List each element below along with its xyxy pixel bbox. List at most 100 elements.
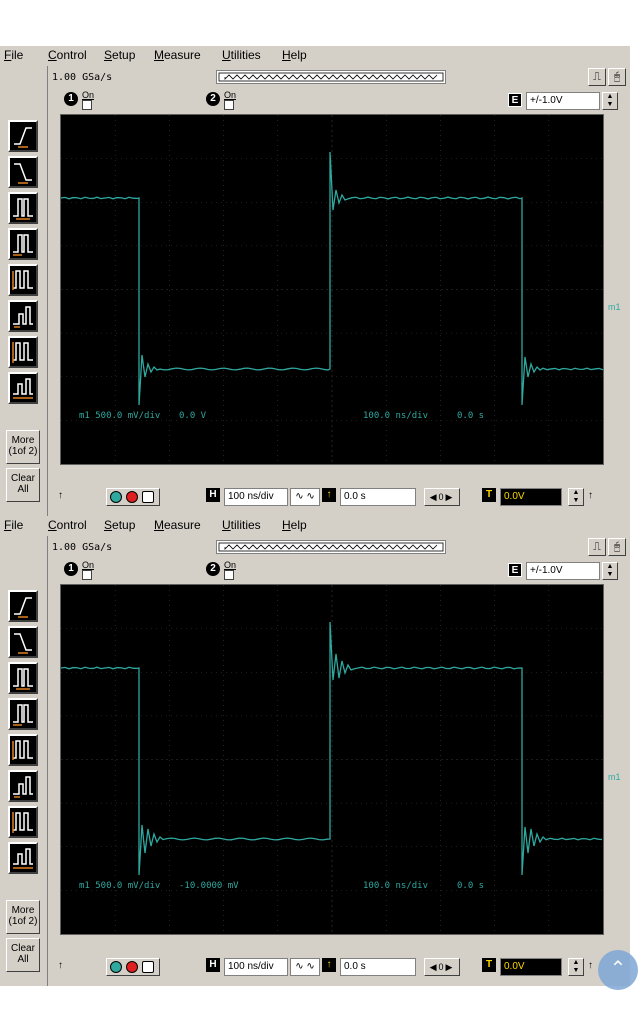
trigger-level-spinner[interactable]: ▲ ▼ [568, 958, 584, 976]
trigger-level-spinner[interactable]: ▲ ▼ [568, 488, 584, 506]
menu-measure[interactable]: Measure [154, 48, 201, 62]
runt-trigger-icon[interactable] [8, 300, 38, 332]
scale-readout: m1 500.0 mV/div [79, 411, 161, 421]
channel-1-trace [61, 151, 603, 406]
state-trigger-icon[interactable] [8, 842, 38, 874]
range-field[interactable]: +/-1.0V [526, 92, 600, 110]
horizontal-button[interactable]: H [206, 488, 220, 502]
pulse-width-trigger-icon[interactable] [8, 662, 38, 694]
falling-edge-trigger-icon[interactable] [8, 626, 38, 658]
menu-setup[interactable]: Setup [104, 48, 135, 62]
stop-icon[interactable] [126, 491, 138, 503]
menu-file[interactable]: File [4, 518, 23, 532]
mode-buttons: ⎍ 🖰 [588, 538, 626, 556]
sample-rate-label: 1.00 GSa/s [52, 72, 113, 83]
menu-bar: File Control Setup Measure Utilities Hel… [0, 46, 630, 64]
clear-all-label: All [17, 954, 29, 965]
more-triggers-button[interactable]: More (1of 2) [6, 430, 40, 464]
clear-all-button[interactable]: Clear All [6, 938, 40, 972]
menu-file[interactable]: File [4, 48, 23, 62]
waveform-overview[interactable] [216, 70, 446, 84]
pulse-width-trigger-icon[interactable] [8, 192, 38, 224]
run-mode-icon[interactable]: ⎍ [588, 68, 606, 86]
glitch-trigger-icon[interactable] [8, 734, 38, 766]
delay-reference-icon[interactable]: ↑ [322, 958, 336, 972]
channel-2-on-checkbox[interactable] [224, 100, 234, 110]
channel-1-on-label: On [82, 90, 95, 100]
scope-window-2: File Control Setup Measure Utilities Hel… [0, 516, 630, 986]
m1-marker[interactable]: m1 [608, 772, 621, 782]
menu-control[interactable]: Control [48, 48, 87, 62]
horizontal-button[interactable]: H [206, 958, 220, 972]
delay-field[interactable]: 0.0 s [340, 958, 416, 976]
scroll-to-top-button[interactable]: ⌃ [598, 950, 638, 990]
channel-1-badge: 1 [64, 562, 78, 576]
timebase-field[interactable]: 100 ns/div [224, 488, 288, 506]
range-field[interactable]: +/-1.0V [526, 562, 600, 580]
mouse-mode-icon[interactable]: 🖰 [608, 68, 626, 86]
scroll-right-icon[interactable]: ↑ [588, 490, 593, 501]
time-offset-readout: 0.0 s [457, 881, 485, 891]
waveform-overview[interactable] [216, 540, 446, 554]
more-triggers-button[interactable]: More (1of 2) [6, 900, 40, 934]
range-spinner[interactable]: ▲ ▼ [602, 562, 618, 580]
clear-all-button[interactable]: Clear All [6, 468, 40, 502]
channel-1-trace [61, 621, 603, 876]
menu-control[interactable]: Control [48, 518, 87, 532]
rising-edge-trigger-icon[interactable] [8, 120, 38, 152]
falling-edge-trigger-icon[interactable] [8, 156, 38, 188]
m1-marker[interactable]: m1 [608, 302, 621, 312]
channel-1-badge: 1 [64, 92, 78, 106]
delay-nav-buttons[interactable]: ◀0▶ [424, 958, 460, 976]
clear-all-label: All [17, 484, 29, 495]
trigger-button[interactable]: T [482, 958, 496, 972]
e-range-button[interactable]: E [508, 563, 522, 577]
menu-measure[interactable]: Measure [154, 518, 201, 532]
single-icon[interactable] [142, 961, 154, 973]
stop-icon[interactable] [126, 961, 138, 973]
trigger-level-field[interactable]: 0.0V [500, 488, 562, 506]
channel-1-on-checkbox[interactable] [82, 570, 92, 580]
run-mode-icon[interactable]: ⎍ [588, 538, 606, 556]
scroll-right-icon[interactable]: ↑ [588, 960, 593, 971]
clear-label: Clear [11, 943, 35, 954]
channel-2-badge: 2 [206, 92, 220, 106]
rising-edge-trigger-icon[interactable] [8, 590, 38, 622]
state-trigger-icon[interactable] [8, 372, 38, 404]
e-range-button[interactable]: E [508, 93, 522, 107]
timebase-field[interactable]: 100 ns/div [224, 958, 288, 976]
delay-nav-buttons[interactable]: ◀0▶ [424, 488, 460, 506]
pulse-width-trigger-2-icon[interactable] [8, 228, 38, 260]
range-spinner[interactable]: ▲ ▼ [602, 92, 618, 110]
menu-setup[interactable]: Setup [104, 518, 135, 532]
waveform-shape-icons[interactable]: ∿ ∿ [290, 488, 320, 506]
trigger-level-field[interactable]: 0.0V [500, 958, 562, 976]
single-icon[interactable] [142, 491, 154, 503]
run-icon[interactable] [110, 491, 122, 503]
glitch-trigger-icon[interactable] [8, 264, 38, 296]
trigger-button[interactable]: T [482, 488, 496, 502]
runt-trigger-icon[interactable] [8, 770, 38, 802]
channel-2-badge: 2 [206, 562, 220, 576]
menu-help[interactable]: Help [282, 48, 307, 62]
delay-reference-icon[interactable]: ↑ [322, 488, 336, 502]
mouse-mode-icon[interactable]: 🖰 [608, 538, 626, 556]
menu-help[interactable]: Help [282, 518, 307, 532]
channel-2-on-checkbox[interactable] [224, 570, 234, 580]
pattern-trigger-icon[interactable] [8, 806, 38, 838]
scroll-left-icon[interactable]: ↑ [58, 960, 63, 971]
waveform-display[interactable]: m1 500.0 mV/div -10.0000 mV 100.0 ns/div… [60, 584, 604, 935]
menu-utilities[interactable]: Utilities [222, 518, 261, 532]
pulse-width-trigger-2-icon[interactable] [8, 698, 38, 730]
scope-panel: 1.00 GSa/s ⎍ 🖰 1 On 2 On E +/-1.0V ▲ ▼ m1… [48, 66, 630, 516]
run-icon[interactable] [110, 961, 122, 973]
scroll-left-icon[interactable]: ↑ [58, 490, 63, 501]
menu-utilities[interactable]: Utilities [222, 48, 261, 62]
delay-field[interactable]: 0.0 s [340, 488, 416, 506]
channel-1-on-checkbox[interactable] [82, 100, 92, 110]
pattern-trigger-icon[interactable] [8, 336, 38, 368]
waveform-display[interactable]: m1 500.0 mV/div 0.0 V 100.0 ns/div 0.0 s [60, 114, 604, 465]
scale-readout: m1 500.0 mV/div [79, 881, 161, 891]
status-bar: ↑ H 100 ns/div ∿ ∿ ↑ 0.0 s ◀0▶ T 0.0V ▲ ▼… [48, 486, 630, 510]
waveform-shape-icons[interactable]: ∿ ∿ [290, 958, 320, 976]
